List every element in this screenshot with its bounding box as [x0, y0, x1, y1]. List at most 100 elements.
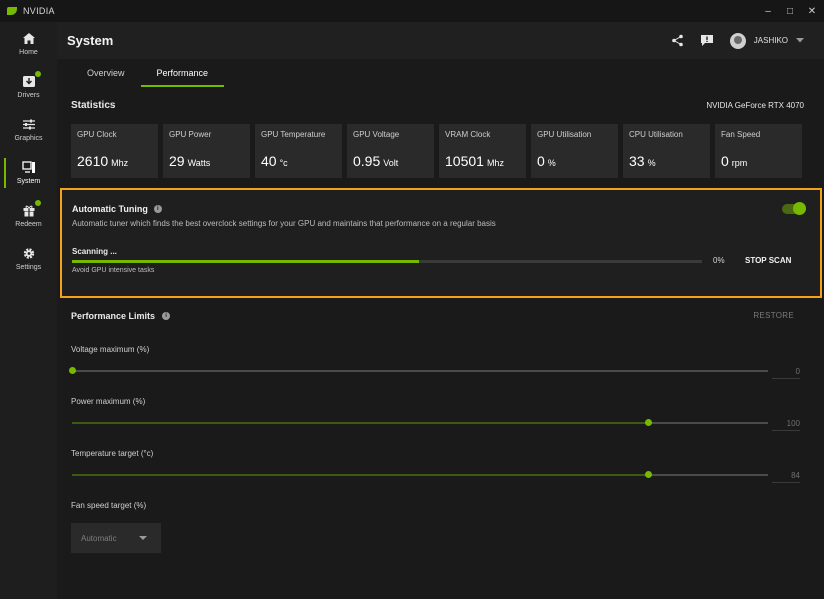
stat-number: 2610	[77, 153, 109, 169]
stat-number: 0	[721, 153, 729, 169]
sidebar-item-label: Settings	[15, 263, 42, 271]
voltage-maximum-value[interactable]: 0	[772, 367, 800, 376]
sidebar-item-label: Redeem	[15, 220, 42, 228]
sidebar-item-label: System	[16, 177, 41, 185]
scan-progress-fill	[72, 260, 419, 263]
stat-gpu-voltage: GPU Voltage 0.95 Volt	[347, 124, 434, 178]
sliders-icon	[22, 118, 36, 131]
stat-unit: Mhz	[486, 158, 504, 168]
stat-label: GPU Clock	[77, 130, 117, 139]
stat-gpu-power: GPU Power 29 Watts	[163, 124, 250, 178]
power-maximum-label: Power maximum (%)	[71, 397, 146, 406]
stat-value: 0%	[537, 153, 612, 169]
stat-unit: °c	[279, 158, 288, 168]
slider-thumb[interactable]	[644, 471, 652, 478]
stat-value: 29 Watts	[169, 153, 244, 169]
drivers-badge	[34, 70, 41, 77]
temperature-target-label: Temperature target (°c)	[71, 449, 154, 458]
page-title: System	[67, 33, 114, 48]
stat-unit: rpm	[731, 158, 748, 168]
nvidia-logo-icon	[7, 7, 17, 15]
stat-number: 0	[537, 153, 545, 169]
stat-cpu-utilisation: CPU Utilisation 33%	[623, 124, 710, 178]
download-icon	[22, 70, 41, 88]
voltage-maximum-slider[interactable]	[69, 367, 768, 374]
stat-unit: %	[547, 158, 556, 168]
stat-label: GPU Power	[169, 130, 212, 139]
temperature-target-value[interactable]: 84	[772, 471, 800, 480]
power-maximum-slider[interactable]	[72, 419, 768, 426]
stat-value: 40 °c	[261, 153, 336, 169]
sidebar-item-label: Drivers	[17, 91, 40, 99]
slider-thumb[interactable]	[69, 367, 76, 374]
stat-gpu-utilisation: GPU Utilisation 0%	[531, 124, 618, 178]
sidebar-item-graphics[interactable]: Graphics	[0, 108, 57, 151]
automatic-tuning-description: Automatic tuner which finds the best ove…	[72, 219, 496, 228]
statistics-title: Statistics	[71, 100, 116, 111]
stat-number: 10501	[445, 153, 484, 169]
slider-thumb[interactable]	[645, 419, 653, 426]
stop-scan-button[interactable]: STOP SCAN	[745, 256, 791, 265]
performance-limits-label: Performance Limits	[71, 311, 156, 321]
voltage-maximum-label: Voltage maximum (%)	[71, 345, 150, 354]
stat-unit: %	[647, 158, 656, 168]
slider-fill	[72, 474, 648, 476]
sidebar: Home Drivers Graphics System Redeem Sett…	[0, 22, 57, 599]
stat-label: CPU Utilisation	[629, 130, 683, 139]
sidebar-item-settings[interactable]: Settings	[0, 237, 57, 280]
stat-value: 33%	[629, 153, 704, 169]
restore-button[interactable]: RESTORE	[753, 311, 794, 320]
temperature-target-slider[interactable]	[72, 471, 768, 478]
scan-progress-bar	[72, 260, 702, 263]
user-menu[interactable]: JASHIKO	[729, 32, 804, 49]
stat-label: Fan Speed	[721, 130, 761, 139]
avatar	[729, 32, 746, 49]
stat-value: 0.95 Volt	[353, 153, 428, 169]
close-button[interactable]: ✕	[806, 6, 818, 17]
stat-value: 2610 Mhz	[77, 153, 152, 169]
automatic-tuning-toggle[interactable]	[782, 202, 806, 215]
stat-fan-speed: Fan Speed 0 rpm	[715, 124, 802, 178]
sidebar-item-redeem[interactable]: Redeem	[0, 194, 57, 237]
stat-value: 10501 Mhz	[445, 153, 520, 169]
window-controls: – □ ✕	[762, 0, 818, 22]
tab-overview[interactable]: Overview	[71, 59, 141, 87]
user-name: JASHIKO	[753, 36, 788, 45]
fan-speed-target-label: Fan speed target (%)	[71, 501, 147, 510]
monitor-icon	[21, 160, 36, 174]
stat-gpu-clock: GPU Clock 2610 Mhz	[71, 124, 158, 178]
maximize-button[interactable]: □	[784, 6, 796, 17]
header-actions: JASHIKO	[671, 22, 804, 59]
stat-unit: Mhz	[111, 158, 129, 168]
scan-hint: Avoid GPU intensive tasks	[72, 267, 155, 274]
sidebar-item-drivers[interactable]: Drivers	[0, 65, 57, 108]
stat-number: 40	[261, 153, 277, 169]
sidebar-item-system[interactable]: System	[0, 151, 57, 194]
value-underline	[772, 430, 800, 431]
power-maximum-value[interactable]: 100	[772, 419, 800, 428]
redeem-badge	[34, 199, 41, 206]
stat-label: VRAM Clock	[445, 130, 491, 139]
automatic-tuning-label: Automatic Tuning	[72, 204, 148, 214]
stat-label: GPU Utilisation	[537, 130, 592, 139]
scan-status: Scanning ...	[72, 247, 117, 256]
minimize-button[interactable]: –	[762, 6, 774, 17]
info-icon[interactable]: i	[153, 205, 162, 213]
info-icon[interactable]: i	[162, 312, 171, 320]
page-header: System JASHIKO	[57, 22, 824, 59]
feedback-icon[interactable]	[700, 34, 714, 47]
automatic-tuning-panel: Automatic Tuning i Automatic tuner which…	[60, 188, 822, 298]
tab-performance[interactable]: Performance	[140, 59, 225, 87]
share-icon[interactable]	[671, 34, 684, 47]
fan-speed-dropdown[interactable]: Automatic	[71, 523, 161, 553]
sidebar-item-home[interactable]: Home	[0, 22, 57, 65]
sidebar-item-label: Home	[19, 48, 38, 56]
value-underline	[772, 482, 800, 483]
stat-number: 0.95	[353, 153, 381, 169]
gpu-name: NVIDIA GeForce RTX 4070	[706, 101, 804, 110]
scan-progress-percent: 0%	[713, 256, 725, 265]
automatic-tuning-title: Automatic Tuning i	[72, 204, 162, 214]
statistics-cards: GPU Clock 2610 Mhz GPU Power 29 Watts GPU …	[71, 124, 802, 178]
chevron-down-icon	[796, 38, 804, 43]
stat-number: 29	[169, 153, 185, 169]
